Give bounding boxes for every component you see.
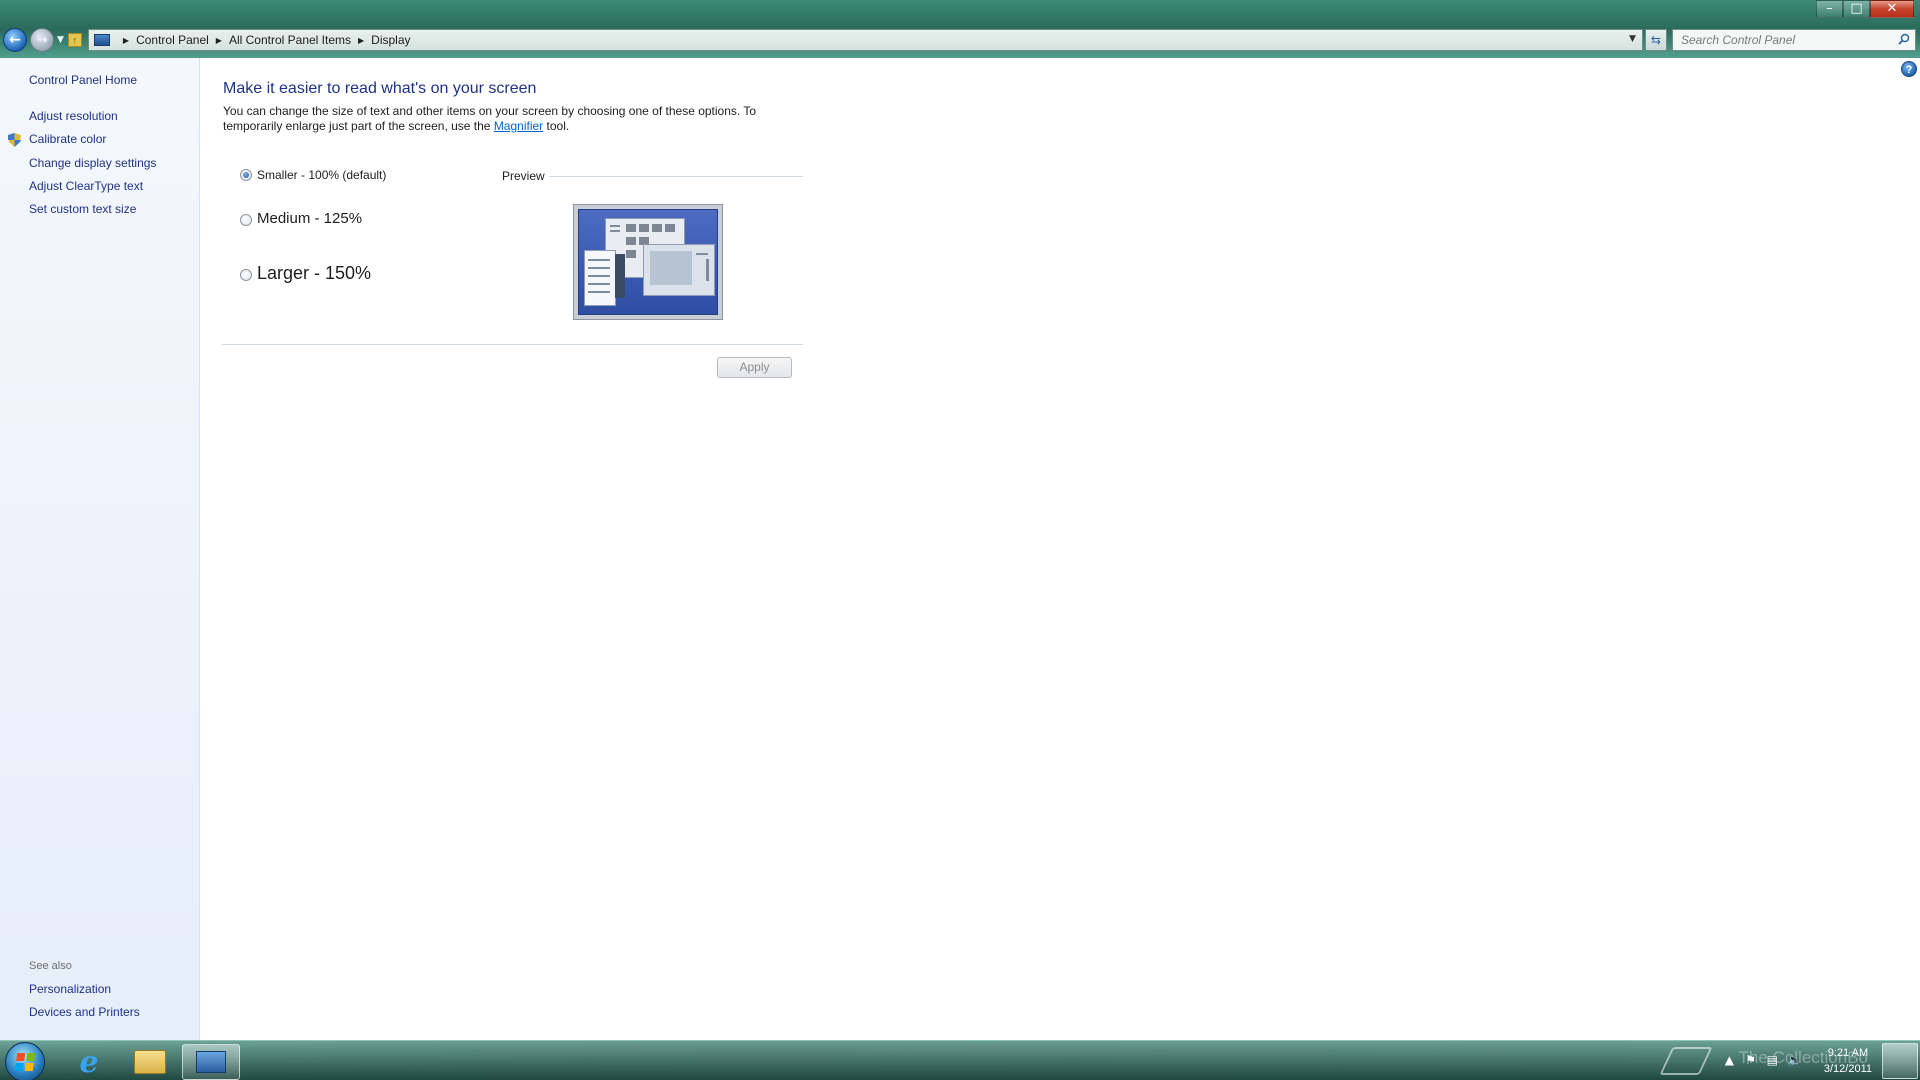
- option-medium-label[interactable]: Medium - 125%: [257, 210, 362, 227]
- close-button[interactable]: ✕: [1870, 0, 1914, 18]
- preview-window-front: [643, 244, 715, 296]
- breadcrumb-display[interactable]: Display: [371, 33, 410, 47]
- option-larger[interactable]: Larger - 150%: [240, 263, 371, 284]
- radio-medium[interactable]: [240, 214, 252, 226]
- control-panel-icon: [93, 34, 110, 46]
- sidebar-item-change-display-settings[interactable]: Change display settings: [29, 156, 156, 170]
- radio-smaller[interactable]: [240, 169, 252, 181]
- refresh-button[interactable]: ⇆: [1644, 29, 1667, 51]
- breadcrumb-arrow-icon[interactable]: ▶: [123, 36, 129, 45]
- search-input[interactable]: Search Control Panel: [1672, 29, 1916, 51]
- description-text-end: tool.: [543, 119, 570, 133]
- search-icon[interactable]: [1898, 33, 1910, 45]
- show-hidden-icons-icon[interactable]: ▲: [1725, 1053, 1734, 1067]
- control-panel-taskbar-icon: [196, 1051, 226, 1073]
- content-area: Control Panel Home Adjust resolution Cal…: [0, 58, 1920, 1040]
- breadcrumb-arrow-icon[interactable]: ▶: [216, 36, 222, 45]
- bottom-divider: [222, 344, 803, 345]
- sidebar-item-adjust-cleartype[interactable]: Adjust ClearType text: [29, 179, 143, 193]
- search-placeholder: Search Control Panel: [1681, 33, 1796, 47]
- action-center-flag-icon[interactable]: ⚑: [1745, 1053, 1756, 1067]
- sidebar-item-devices-printers[interactable]: Devices and Printers: [29, 1005, 140, 1019]
- forward-button[interactable]: →: [30, 28, 54, 52]
- minimize-button[interactable]: –: [1816, 0, 1843, 18]
- address-dropdown-icon[interactable]: ▼: [1629, 34, 1636, 44]
- page-title: Make it easier to read what's on your sc…: [223, 80, 537, 97]
- shield-icon: [8, 133, 21, 147]
- taskbar-windows-explorer[interactable]: [121, 1044, 179, 1080]
- show-desktop-button[interactable]: [1882, 1043, 1918, 1079]
- main-panel: ? Make it easier to read what's on your …: [200, 58, 1920, 1040]
- description-text: You can change the size of text and othe…: [223, 104, 757, 133]
- sidebar-item-adjust-resolution[interactable]: Adjust resolution: [29, 109, 118, 123]
- address-bar[interactable]: ▶ Control Panel ▶ All Control Panel Item…: [87, 29, 1643, 51]
- network-icon[interactable]: ▤: [1767, 1053, 1778, 1067]
- internet-explorer-icon: e: [79, 1044, 99, 1080]
- watermark-book-icon: [1659, 1047, 1713, 1075]
- preview-divider: [549, 176, 803, 177]
- back-button[interactable]: ←: [3, 28, 27, 52]
- preview-screen: [578, 209, 718, 315]
- preview-image: [573, 204, 723, 320]
- page-description: You can change the size of text and othe…: [223, 104, 783, 134]
- clock-time: 9:21 AM: [1827, 1047, 1869, 1059]
- taskbar-control-panel[interactable]: [182, 1044, 240, 1080]
- breadcrumb-arrow-icon[interactable]: ▶: [358, 36, 364, 45]
- sidebar-item-calibrate-color[interactable]: Calibrate color: [29, 132, 106, 146]
- sidebar: Control Panel Home Adjust resolution Cal…: [0, 58, 200, 1040]
- option-larger-label[interactable]: Larger - 150%: [257, 263, 371, 284]
- taskbar-internet-explorer[interactable]: e: [60, 1044, 118, 1080]
- option-medium[interactable]: Medium - 125%: [240, 210, 362, 227]
- sidebar-item-custom-text-size[interactable]: Set custom text size: [29, 202, 136, 216]
- start-button[interactable]: [5, 1042, 45, 1080]
- caption-buttons: – □ ✕: [1816, 0, 1914, 18]
- see-also-heading: See also: [29, 960, 72, 972]
- preview-label: Preview: [502, 169, 545, 183]
- recent-pages-chevron-icon[interactable]: ▼: [57, 35, 64, 45]
- radio-larger[interactable]: [240, 269, 252, 281]
- apply-button[interactable]: Apply: [717, 357, 792, 378]
- magnifier-link[interactable]: Magnifier: [494, 119, 543, 133]
- control-panel-window: – □ ✕ ← → ▼ ↑ ▶ Control Panel ▶ All Cont…: [0, 0, 1920, 1040]
- sidebar-item-personalization[interactable]: Personalization: [29, 982, 111, 996]
- maximize-button[interactable]: □: [1843, 0, 1870, 18]
- clock[interactable]: 9:21 AM 3/12/2011: [1824, 1045, 1872, 1077]
- volume-icon[interactable]: 🔈: [1787, 1053, 1802, 1067]
- navigation-bar: ← → ▼ ↑ ▶ Control Panel ▶ All Control Pa…: [0, 26, 1920, 54]
- preview-window-left: [584, 250, 616, 306]
- taskbar: e The CollectionBo ▲ ⚑ ▤ 🔈 9:21 AM 3/12/…: [0, 1040, 1920, 1080]
- breadcrumb-control-panel[interactable]: Control Panel: [136, 33, 209, 47]
- sidebar-item-home[interactable]: Control Panel Home: [29, 73, 137, 87]
- preview-sidebar: [615, 254, 625, 298]
- option-smaller[interactable]: Smaller - 100% (default): [240, 168, 386, 182]
- breadcrumb-all-items[interactable]: All Control Panel Items: [229, 33, 351, 47]
- clock-date: 3/12/2011: [1823, 1063, 1872, 1075]
- option-smaller-label[interactable]: Smaller - 100% (default): [257, 168, 386, 182]
- windows-logo-icon: [14, 1053, 36, 1071]
- help-icon[interactable]: ?: [1901, 61, 1917, 77]
- folder-icon: [134, 1050, 166, 1074]
- up-folder-icon[interactable]: ↑: [67, 33, 82, 47]
